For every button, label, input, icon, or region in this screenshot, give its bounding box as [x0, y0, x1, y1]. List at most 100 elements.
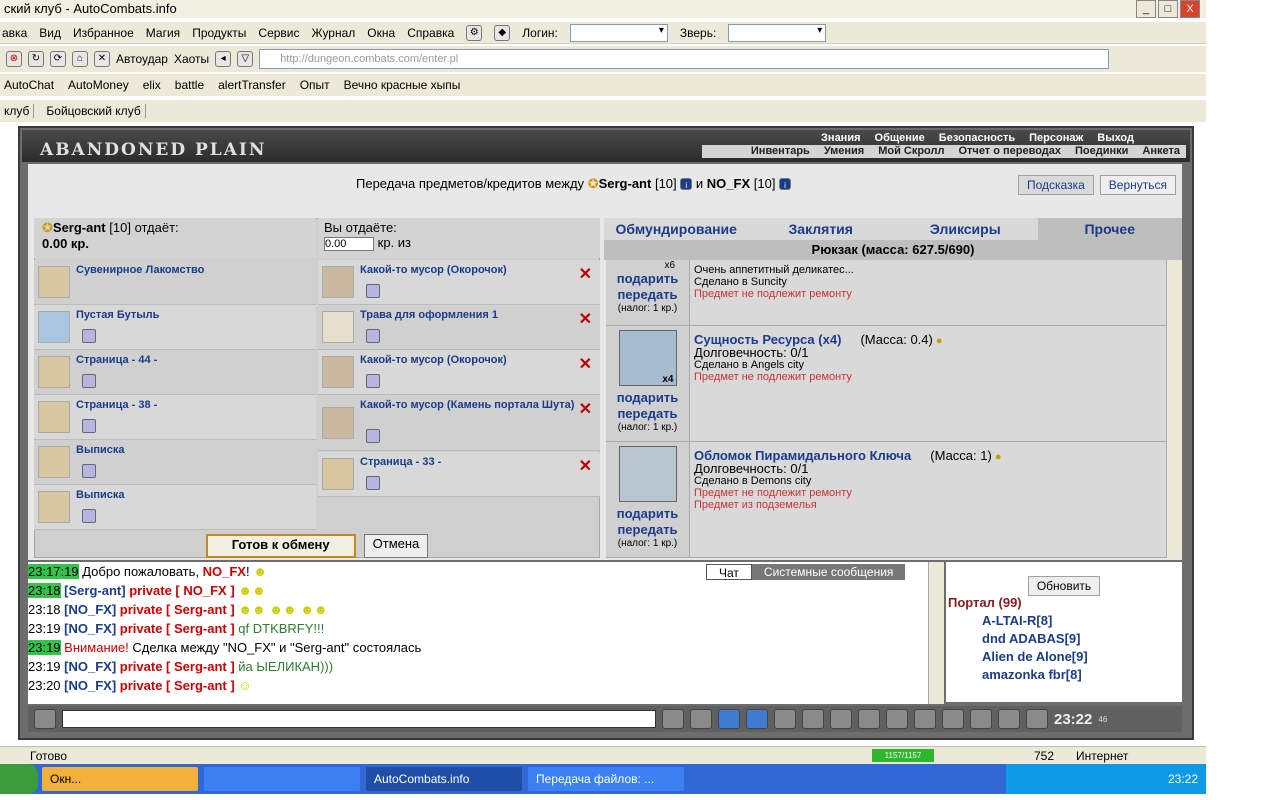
- scroll-icon[interactable]: [886, 709, 908, 729]
- close-button[interactable]: X: [1180, 0, 1200, 18]
- music-icon[interactable]: [830, 709, 852, 729]
- giver-item[interactable]: Страница - 44 -: [34, 350, 316, 395]
- menu-item[interactable]: Избранное: [73, 26, 134, 40]
- game-menu-item[interactable]: Мой Скролл: [878, 145, 944, 158]
- ready-button[interactable]: Готов к обмену: [205, 534, 356, 558]
- filter-icon[interactable]: ▽: [237, 51, 254, 67]
- chat-input[interactable]: [62, 710, 656, 728]
- game-menu-item[interactable]: Выход: [1097, 132, 1134, 145]
- tab-elixirs[interactable]: Эликсиры: [893, 218, 1038, 240]
- tab-spells[interactable]: Заклятия: [749, 218, 894, 240]
- giver-item[interactable]: Страница - 38 -: [34, 395, 316, 440]
- exit-icon[interactable]: [1026, 709, 1048, 729]
- user-row[interactable]: dnd ADABAS[9]: [946, 630, 1182, 648]
- start-button[interactable]: [0, 764, 38, 794]
- save-icon[interactable]: [746, 709, 768, 729]
- filter-icon[interactable]: [718, 709, 740, 729]
- user-row[interactable]: amazonka fbr[8]: [946, 666, 1182, 684]
- info-icon[interactable]: i: [779, 178, 792, 190]
- transfer-link[interactable]: передать: [606, 522, 689, 538]
- your-item[interactable]: Какой-то мусор (Окорочок) ✕: [318, 350, 600, 395]
- refresh-icon[interactable]: ↻: [28, 51, 44, 67]
- autostrike-button[interactable]: Автоудар: [116, 52, 168, 66]
- chat-nick[interactable]: NO_FX: [203, 564, 246, 579]
- fighter-icon[interactable]: [774, 709, 796, 729]
- giver-item[interactable]: Пустая Бутыль: [34, 305, 316, 350]
- link-item[interactable]: Опыт: [300, 78, 330, 92]
- menu-item[interactable]: Журнал: [312, 26, 356, 40]
- menu-item[interactable]: Окна: [367, 26, 395, 40]
- chat-private[interactable]: private [ Serg-ant ]: [120, 659, 235, 674]
- home-icon[interactable]: [998, 709, 1020, 729]
- menu-item[interactable]: Вид: [39, 26, 61, 40]
- inventory-scrollbar[interactable]: [1166, 260, 1182, 558]
- your-item[interactable]: Какой-то мусор (Камень портала Шута) ✕: [318, 395, 600, 451]
- game-menu-item[interactable]: Анкета: [1142, 145, 1180, 158]
- your-item[interactable]: Какой-то мусор (Окорочок) ✕: [318, 260, 600, 305]
- browser-tab[interactable]: Бойцовский клуб: [42, 104, 146, 118]
- chaots-button[interactable]: Хаоты: [174, 52, 209, 66]
- chat-private[interactable]: private [ Serg-ant ]: [120, 602, 235, 617]
- link-item[interactable]: AutoMoney: [68, 78, 129, 92]
- face-icon[interactable]: [34, 709, 56, 729]
- backpack-icon[interactable]: [970, 709, 992, 729]
- credits-input[interactable]: [324, 237, 374, 251]
- reload-icon[interactable]: ⟳: [50, 51, 66, 67]
- game-menu-item[interactable]: Инвентарь: [751, 145, 810, 158]
- menu-item[interactable]: Справка: [407, 26, 454, 40]
- your-item[interactable]: Трава для оформления 1 ✕: [318, 305, 600, 350]
- wrench-icon[interactable]: ⚙: [466, 24, 483, 41]
- back-button[interactable]: Вернуться: [1099, 175, 1177, 195]
- sort-icon[interactable]: [802, 709, 824, 729]
- home-icon[interactable]: ⌂: [72, 51, 88, 67]
- giver-item[interactable]: Выписка: [34, 440, 316, 485]
- task-window-active[interactable]: AutoCombats.info: [366, 767, 522, 791]
- quest-icon[interactable]: [942, 709, 964, 729]
- remove-icon[interactable]: ✕: [579, 456, 592, 476]
- speaker-icon[interactable]: ◂: [215, 51, 232, 67]
- task-window[interactable]: [204, 767, 360, 791]
- chat-sender[interactable]: [NO_FX]: [64, 678, 116, 693]
- remove-icon[interactable]: ✕: [579, 264, 592, 284]
- chat-sender[interactable]: [NO_FX]: [64, 621, 116, 636]
- browser-tab[interactable]: клуб: [0, 104, 35, 118]
- game-menu-item[interactable]: Безопасность: [939, 132, 1015, 145]
- gift-link[interactable]: подарить: [606, 390, 689, 406]
- game-menu-item[interactable]: Поединки: [1075, 145, 1128, 158]
- smile-icon[interactable]: [858, 709, 880, 729]
- address-bar[interactable]: http://dungeon.combats.com/enter.pl: [259, 49, 1110, 69]
- link-item[interactable]: Вечно красные хыпы: [344, 78, 461, 92]
- minimize-button[interactable]: _: [1136, 0, 1156, 18]
- chat-private[interactable]: private [ Serg-ant ]: [120, 678, 235, 693]
- link-item[interactable]: alertTransfer: [218, 78, 286, 92]
- stop-icon[interactable]: ⊗: [6, 51, 22, 67]
- beast-select[interactable]: ▾: [728, 23, 827, 42]
- chat-sender[interactable]: [NO_FX]: [64, 602, 116, 617]
- tools-icon[interactable]: ✕: [94, 51, 110, 67]
- tab-equipment[interactable]: Обмундирование: [604, 218, 749, 240]
- link-item[interactable]: AutoChat: [4, 78, 54, 92]
- remove-icon[interactable]: ✕: [579, 399, 592, 419]
- game-menu-item[interactable]: Общение: [875, 132, 925, 145]
- giver-item[interactable]: Выписка: [34, 485, 316, 530]
- hint-button[interactable]: Подсказка: [1018, 175, 1094, 195]
- remove-icon[interactable]: ✕: [579, 354, 592, 374]
- remove-icon[interactable]: ✕: [579, 309, 592, 329]
- menu-item[interactable]: Сервис: [258, 26, 299, 40]
- clear-icon[interactable]: [690, 709, 712, 729]
- link-item[interactable]: elix: [143, 78, 161, 92]
- link-item[interactable]: battle: [175, 78, 204, 92]
- chat-sender[interactable]: [Serg-ant]: [64, 583, 125, 598]
- info-icon[interactable]: i: [680, 178, 693, 190]
- login-select[interactable]: ▾: [569, 23, 668, 42]
- gift-link[interactable]: подарить: [606, 506, 689, 522]
- send-icon[interactable]: [662, 709, 684, 729]
- maximize-button[interactable]: □: [1158, 0, 1178, 18]
- gem-icon[interactable]: ◆: [494, 24, 511, 41]
- chat-scrollbar[interactable]: [928, 562, 944, 704]
- user-row[interactable]: A-LTAI-R[8]: [946, 612, 1182, 630]
- your-item[interactable]: Страница - 33 - ✕: [318, 452, 600, 497]
- menu-item[interactable]: авка: [2, 26, 27, 40]
- menu-item[interactable]: Магия: [146, 26, 180, 40]
- cancel-button[interactable]: Отмена: [363, 534, 429, 558]
